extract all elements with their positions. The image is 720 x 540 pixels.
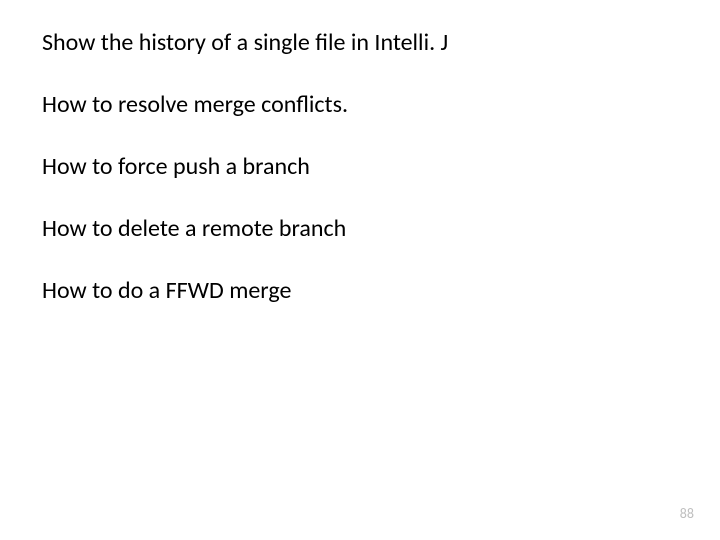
text-line-3: How to force push a branch (42, 152, 678, 182)
slide: Show the history of a single file in Int… (0, 0, 720, 540)
text-line-2: How to resolve merge conflicts. (42, 90, 678, 120)
text-line-5: How to do a FFWD merge (42, 276, 678, 306)
text-line-4: How to delete a remote branch (42, 214, 678, 244)
page-number: 88 (680, 505, 694, 522)
text-line-1: Show the history of a single file in Int… (42, 28, 678, 58)
